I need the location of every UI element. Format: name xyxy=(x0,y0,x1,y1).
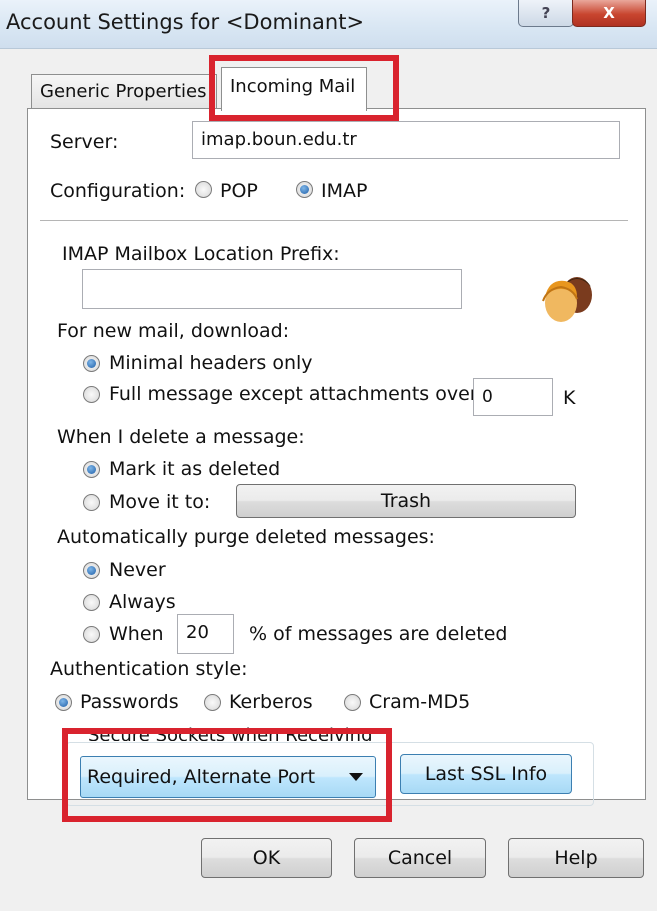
delete-label: When I delete a message: xyxy=(57,426,305,448)
tab-label: Incoming Mail xyxy=(230,76,356,97)
always-label[interactable]: Always xyxy=(109,591,176,613)
minimal-headers-radio[interactable] xyxy=(83,355,100,372)
ssl-group-label: Secure Sockets when Receiving xyxy=(84,724,377,741)
users-icon xyxy=(542,277,592,322)
purge-percent-suffix: % of messages are deleted xyxy=(249,623,508,645)
server-label: Server: xyxy=(50,131,119,153)
when-label[interactable]: When xyxy=(109,623,164,645)
close-icon: X xyxy=(603,4,615,22)
size-unit-label: K xyxy=(563,387,576,409)
divider xyxy=(40,220,628,221)
help-title-button[interactable]: ? xyxy=(518,0,574,27)
ssl-mode-select[interactable]: Required, Alternate Port xyxy=(80,756,376,798)
tab-label: Generic Properties xyxy=(40,81,207,102)
passwords-radio[interactable] xyxy=(55,694,72,711)
cram-md5-radio[interactable] xyxy=(344,694,361,711)
server-input[interactable]: imap.boun.edu.tr xyxy=(192,121,620,159)
cancel-button[interactable]: Cancel xyxy=(354,838,486,878)
move-to-radio[interactable] xyxy=(83,494,100,511)
imap-radio[interactable] xyxy=(296,181,313,198)
auth-label: Authentication style: xyxy=(50,658,248,680)
attachment-size-input[interactable]: 0 xyxy=(473,378,553,416)
minimal-headers-label[interactable]: Minimal headers only xyxy=(109,352,313,374)
last-ssl-info-button[interactable]: Last SSL Info xyxy=(400,754,572,794)
imap-prefix-input[interactable] xyxy=(82,269,462,309)
kerberos-label[interactable]: Kerberos xyxy=(229,691,313,713)
window-title: Account Settings for <Dominant> xyxy=(6,10,365,34)
trash-folder-button[interactable]: Trash xyxy=(236,484,576,518)
purge-label: Automatically purge deleted messages: xyxy=(57,526,435,548)
never-label[interactable]: Never xyxy=(109,559,166,581)
never-radio[interactable] xyxy=(83,562,100,579)
when-radio[interactable] xyxy=(83,626,100,643)
full-message-radio[interactable] xyxy=(83,386,100,403)
help-button[interactable]: Help xyxy=(508,838,644,878)
kerberos-radio[interactable] xyxy=(204,694,221,711)
chevron-down-icon xyxy=(349,773,363,781)
title-bar: Account Settings for <Dominant> ? X xyxy=(0,0,657,49)
mark-deleted-label[interactable]: Mark it as deleted xyxy=(109,458,280,480)
configuration-label: Configuration: xyxy=(50,180,186,202)
ok-button[interactable]: OK xyxy=(201,838,332,878)
passwords-label[interactable]: Passwords xyxy=(80,691,179,713)
mark-deleted-radio[interactable] xyxy=(83,461,100,478)
ssl-mode-value: Required, Alternate Port xyxy=(87,766,316,788)
move-to-label[interactable]: Move it to: xyxy=(109,491,210,513)
full-message-label[interactable]: Full message except attachments over xyxy=(109,383,478,405)
close-button[interactable]: X xyxy=(572,0,646,27)
pop-radio[interactable] xyxy=(195,181,212,198)
imap-label[interactable]: IMAP xyxy=(321,180,367,202)
imap-prefix-label: IMAP Mailbox Location Prefix: xyxy=(62,243,340,265)
cram-md5-label[interactable]: Cram-MD5 xyxy=(369,691,470,713)
question-icon: ? xyxy=(541,4,551,22)
purge-percent-input[interactable]: 20 xyxy=(177,614,234,654)
download-label: For new mail, download: xyxy=(57,320,290,342)
tab-incoming-mail[interactable]: Incoming Mail xyxy=(221,67,367,111)
tab-generic-properties[interactable]: Generic Properties xyxy=(31,74,217,110)
pop-label[interactable]: POP xyxy=(220,180,258,202)
always-radio[interactable] xyxy=(83,594,100,611)
